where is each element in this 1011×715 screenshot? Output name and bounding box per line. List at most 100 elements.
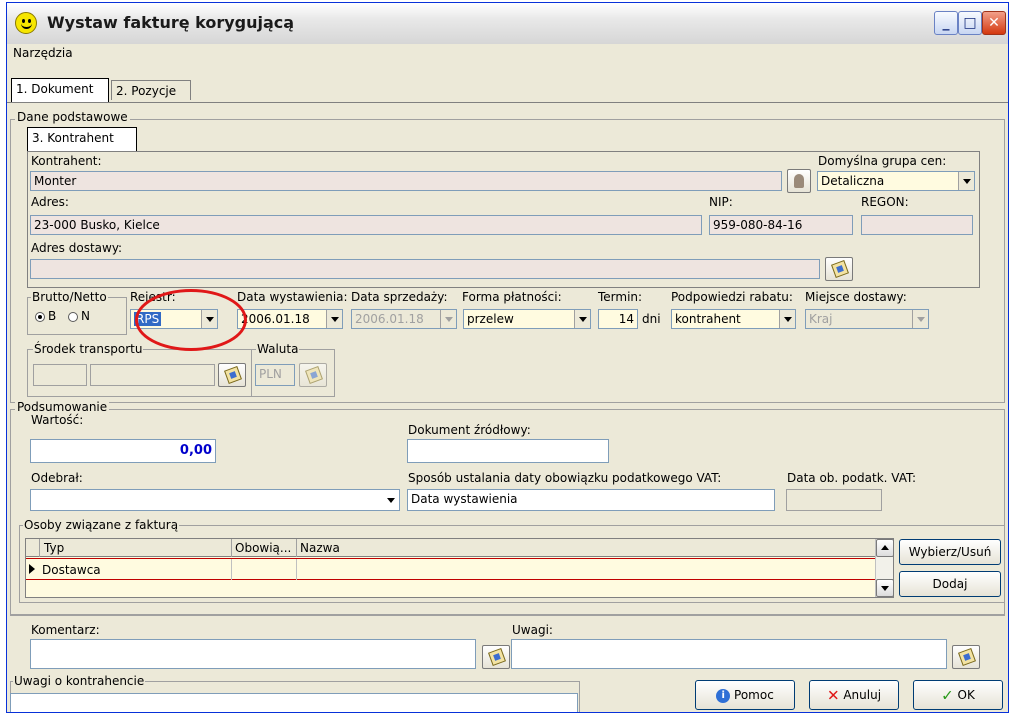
pick-icon: [831, 260, 849, 278]
transport-label: Środek transportu: [33, 342, 144, 356]
issue-date-picker[interactable]: 2006.01.18: [237, 309, 343, 329]
address-label: Adres:: [31, 195, 69, 209]
term-field[interactable]: 14: [598, 309, 638, 329]
delivery-address-field[interactable]: [30, 259, 820, 279]
persons-table: Typ Obowią... Nazwa Dostawca: [25, 538, 894, 598]
contractor-field[interactable]: Monter: [30, 171, 782, 191]
issue-date-label: Data wystawienia:: [237, 290, 348, 304]
info-icon: i: [716, 688, 731, 703]
sale-date-label: Data sprzedaży:: [351, 290, 448, 304]
vat-date-method-field[interactable]: Data wystawienia: [407, 489, 775, 511]
discount-label: Podpowiedzi rabatu:: [671, 290, 793, 304]
regon-field[interactable]: [861, 215, 973, 235]
remarks-pick-button[interactable]: [952, 645, 980, 669]
basic-data-title: Dane podstawowe: [15, 110, 130, 124]
persons-table-header: Typ Obowią... Nazwa: [26, 539, 875, 557]
issue-date-value: 2006.01.18: [241, 312, 310, 326]
cancel-label: Anuluj: [843, 688, 882, 702]
term-label: Termin:: [598, 290, 643, 304]
pick-icon: [224, 366, 242, 384]
chevron-down-icon: [440, 310, 456, 328]
source-doc-label: Dokument źródłowy:: [408, 423, 531, 437]
scroll-down-icon[interactable]: [876, 579, 894, 597]
window-title: Wystaw fakturę korygującą: [47, 13, 295, 32]
nip-label: NIP:: [709, 195, 733, 209]
select-remove-button[interactable]: Wybierz/Usuń: [899, 539, 1001, 565]
comment-field[interactable]: [30, 639, 476, 669]
minimize-button[interactable]: _: [934, 11, 958, 35]
select-contractor-button[interactable]: [787, 169, 811, 193]
persons-title: Osoby związane z fakturą: [23, 518, 180, 532]
cell-type[interactable]: Dostawca: [42, 563, 101, 577]
check-icon: ✓: [941, 686, 954, 705]
contractor-label: Kontrahent:: [31, 154, 102, 168]
comment-pick-button[interactable]: [482, 645, 510, 669]
netto-radio[interactable]: [68, 312, 78, 322]
tab-contractor[interactable]: 3. Kontrahent: [27, 127, 137, 151]
ok-button[interactable]: ✓ OK: [913, 680, 1003, 710]
chevron-down-icon[interactable]: [383, 490, 399, 510]
menu-bar: Narzędzia: [7, 44, 1008, 62]
value-field[interactable]: 0,00: [30, 439, 216, 463]
brutto-radio-label: B: [48, 309, 57, 323]
tab-positions[interactable]: 2. Pozycje: [111, 80, 191, 100]
payment-label: Forma płatności:: [462, 290, 562, 304]
cancel-button[interactable]: ✕ Anuluj: [809, 680, 899, 710]
source-doc-field[interactable]: [407, 439, 609, 463]
contractor-remarks-field[interactable]: [10, 693, 578, 712]
col-required-header[interactable]: Obowią...: [235, 541, 291, 555]
remarks-label: Uwagi:: [512, 623, 553, 637]
vat-date-label: Data ob. podatk. VAT:: [787, 471, 917, 485]
discount-value: kontrahent: [675, 312, 741, 326]
table-scrollbar[interactable]: [875, 539, 894, 597]
person-icon: [794, 174, 804, 188]
chevron-down-icon[interactable]: [779, 310, 795, 328]
pick-delivery-address-button[interactable]: [825, 257, 853, 281]
menu-tools[interactable]: Narzędzia: [13, 46, 73, 60]
contractor-remarks-label: Uwagi o kontrahencie: [13, 674, 146, 688]
netto-radio-label: N: [81, 309, 90, 323]
price-group-label: Domyślna grupa cen:: [818, 154, 947, 168]
vat-date-field: [786, 489, 882, 511]
close-button[interactable]: ✕: [982, 11, 1006, 35]
col-name-header[interactable]: Nazwa: [300, 541, 340, 555]
brutto-netto-label: Brutto/Netto: [31, 290, 108, 304]
table-row[interactable]: Dostawca: [26, 558, 875, 580]
maximize-button[interactable]: □: [958, 11, 982, 35]
col-type-header[interactable]: Typ: [44, 541, 64, 555]
pick-icon: [958, 648, 976, 666]
help-label: Pomoc: [734, 688, 774, 702]
delivery-place-select: Kraj: [805, 309, 929, 329]
transport-code-field[interactable]: [33, 364, 87, 386]
chevron-down-icon[interactable]: [326, 310, 342, 328]
help-button[interactable]: i Pomoc: [695, 680, 795, 710]
currency-field: PLN: [255, 364, 295, 386]
value-label: Wartość:: [31, 413, 84, 427]
currency-label: Waluta: [256, 342, 300, 356]
discount-select[interactable]: kontrahent: [671, 309, 796, 329]
add-person-button[interactable]: Dodaj: [899, 571, 1001, 597]
sale-date-picker: 2006.01.18: [351, 309, 457, 329]
term-unit: dni: [642, 312, 661, 326]
highlight-ellipse: [135, 289, 247, 351]
pick-transport-button[interactable]: [218, 363, 246, 387]
title-bar[interactable]: Wystaw fakturę korygującą _ □ ✕: [7, 3, 1008, 44]
remarks-field[interactable]: [511, 639, 947, 669]
transport-name-field[interactable]: [90, 364, 215, 386]
chevron-down-icon[interactable]: [574, 310, 590, 328]
scroll-up-icon[interactable]: [876, 539, 894, 557]
chevron-down-icon[interactable]: [958, 172, 974, 190]
received-select[interactable]: [30, 489, 400, 511]
row-pointer-icon: [29, 564, 35, 574]
address-field[interactable]: 23-000 Busko, Kielce: [30, 215, 702, 235]
delivery-place-label: Miejsce dostawy:: [805, 290, 907, 304]
tab-document[interactable]: 1. Dokument: [11, 78, 109, 102]
nip-field[interactable]: 959-080-84-16: [709, 215, 853, 235]
received-label: Odebrał:: [31, 471, 83, 485]
comment-label: Komentarz:: [31, 623, 100, 637]
brutto-radio[interactable]: [35, 312, 45, 322]
payment-select[interactable]: przelew: [463, 309, 591, 329]
ok-label: OK: [957, 688, 975, 702]
cancel-x-icon: ✕: [826, 686, 840, 705]
price-group-select[interactable]: Detaliczna: [817, 171, 975, 191]
